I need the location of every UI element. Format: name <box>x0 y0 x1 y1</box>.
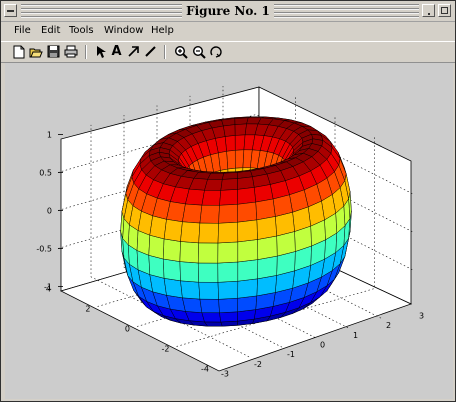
surface-patch <box>180 221 201 244</box>
select-arrow-icon[interactable] <box>93 44 108 59</box>
surface-patch <box>234 123 247 136</box>
x-tick-label: 2 <box>386 321 391 330</box>
surface-patch <box>182 297 203 313</box>
surface-patch <box>149 215 167 240</box>
torus-surface <box>120 116 352 327</box>
surface-patch <box>217 221 239 244</box>
surface-patch <box>198 281 219 300</box>
surface-patch <box>219 189 238 206</box>
surface-patch <box>179 261 199 283</box>
surface-patch <box>237 278 258 299</box>
menu-help[interactable]: Help <box>151 25 174 36</box>
surface-patch <box>257 235 278 260</box>
surface-patch <box>234 149 245 169</box>
x-tick-label: 0 <box>320 341 325 350</box>
toolbar-separator <box>164 45 166 59</box>
open-folder-icon[interactable] <box>28 44 43 59</box>
menu-file[interactable]: File <box>14 25 31 36</box>
surface-patch <box>201 190 222 206</box>
surface-patch <box>197 242 219 264</box>
maximize-button[interactable] <box>438 4 451 17</box>
torus-surface-plot[interactable]: 10.50-0.5-1420-2-4-3-2-10123 <box>5 63 453 399</box>
z-tick-label: 0 <box>47 207 52 216</box>
surface-patch <box>204 179 223 191</box>
menu-window[interactable]: Window <box>104 25 143 36</box>
surface-patch <box>237 187 256 205</box>
surface-patch <box>234 134 246 151</box>
print-icon[interactable] <box>63 44 78 59</box>
z-tick-label: 1 <box>47 131 52 140</box>
text-tool-icon[interactable]: A <box>109 44 124 59</box>
figure-window: Figure No. 1 File Edit Tools Window Help… <box>0 0 456 402</box>
z-tick-label: -0.5 <box>36 245 52 254</box>
surface-patch <box>237 259 259 282</box>
surface-patch <box>179 241 199 264</box>
y-tick-label: 4 <box>46 285 51 294</box>
surface-patch <box>217 280 239 300</box>
y-tick-label: 2 <box>85 305 90 314</box>
tool-bar: A <box>1 41 455 63</box>
menu-tools[interactable]: Tools <box>69 25 94 36</box>
surface-patch <box>201 312 222 323</box>
surface-patch <box>180 280 201 300</box>
surface-patch <box>218 297 238 314</box>
surface-patch <box>199 298 220 314</box>
surface-patch <box>237 295 258 313</box>
surface-patch <box>257 255 278 280</box>
zoom-in-icon[interactable] <box>173 44 188 59</box>
surface-patch <box>218 204 238 224</box>
surface-patch <box>237 201 258 223</box>
surface-patch <box>162 238 181 262</box>
surface-patch <box>197 262 219 283</box>
x-tick-label: -2 <box>254 360 262 369</box>
z-tick-label: 0.5 <box>39 169 52 178</box>
surface-patch <box>222 172 238 180</box>
surface-patch <box>198 222 219 244</box>
surface-patch <box>204 321 223 327</box>
figure-canvas[interactable]: 1 0.5 0 -0.5 -1 4 2 0 -2 -4 -3 -2 -1 0 1 2 3 <box>5 63 453 399</box>
x-tick-label: -1 <box>287 350 295 359</box>
x-tick-label: -3 <box>221 370 229 379</box>
y-tick-label: -2 <box>162 345 170 354</box>
surface-patch <box>223 124 236 137</box>
surface-patch <box>224 135 236 152</box>
surface-patch <box>256 216 277 240</box>
y-tick-label: -4 <box>201 365 209 374</box>
save-icon[interactable] <box>46 44 61 59</box>
surface-patch <box>199 204 220 224</box>
menu-edit[interactable]: Edit <box>41 25 60 36</box>
window-title: Figure No. 1 <box>182 4 274 18</box>
surface-patch <box>162 258 181 282</box>
surface-patch <box>255 198 276 221</box>
x-tick-label: 3 <box>419 312 424 321</box>
title-bar[interactable]: Figure No. 1 <box>1 1 455 22</box>
surface-patch <box>219 311 238 323</box>
line-tool-icon[interactable] <box>143 44 158 59</box>
menu-bar: File Edit Tools Window Help <box>1 22 455 40</box>
toolbar-separator <box>85 45 87 59</box>
surface-patch <box>182 203 203 224</box>
rotate-3d-icon[interactable] <box>208 44 223 59</box>
minimize-button[interactable] <box>422 4 435 17</box>
surface-patch <box>234 117 249 125</box>
surface-patch <box>163 278 183 299</box>
surface-patch <box>217 261 239 283</box>
x-tick-label: 1 <box>353 331 358 340</box>
surface-patch <box>226 150 236 170</box>
surface-patch <box>148 234 165 260</box>
surface-patch <box>237 219 258 243</box>
surface-patch <box>237 239 259 263</box>
zoom-out-icon[interactable] <box>191 44 206 59</box>
surface-patch <box>163 219 183 242</box>
surface-patch <box>217 241 239 264</box>
surface-patch <box>220 178 238 191</box>
y-tick-label: 0 <box>125 325 130 334</box>
new-file-icon[interactable] <box>11 44 26 59</box>
arrow-tool-icon[interactable] <box>126 44 141 59</box>
